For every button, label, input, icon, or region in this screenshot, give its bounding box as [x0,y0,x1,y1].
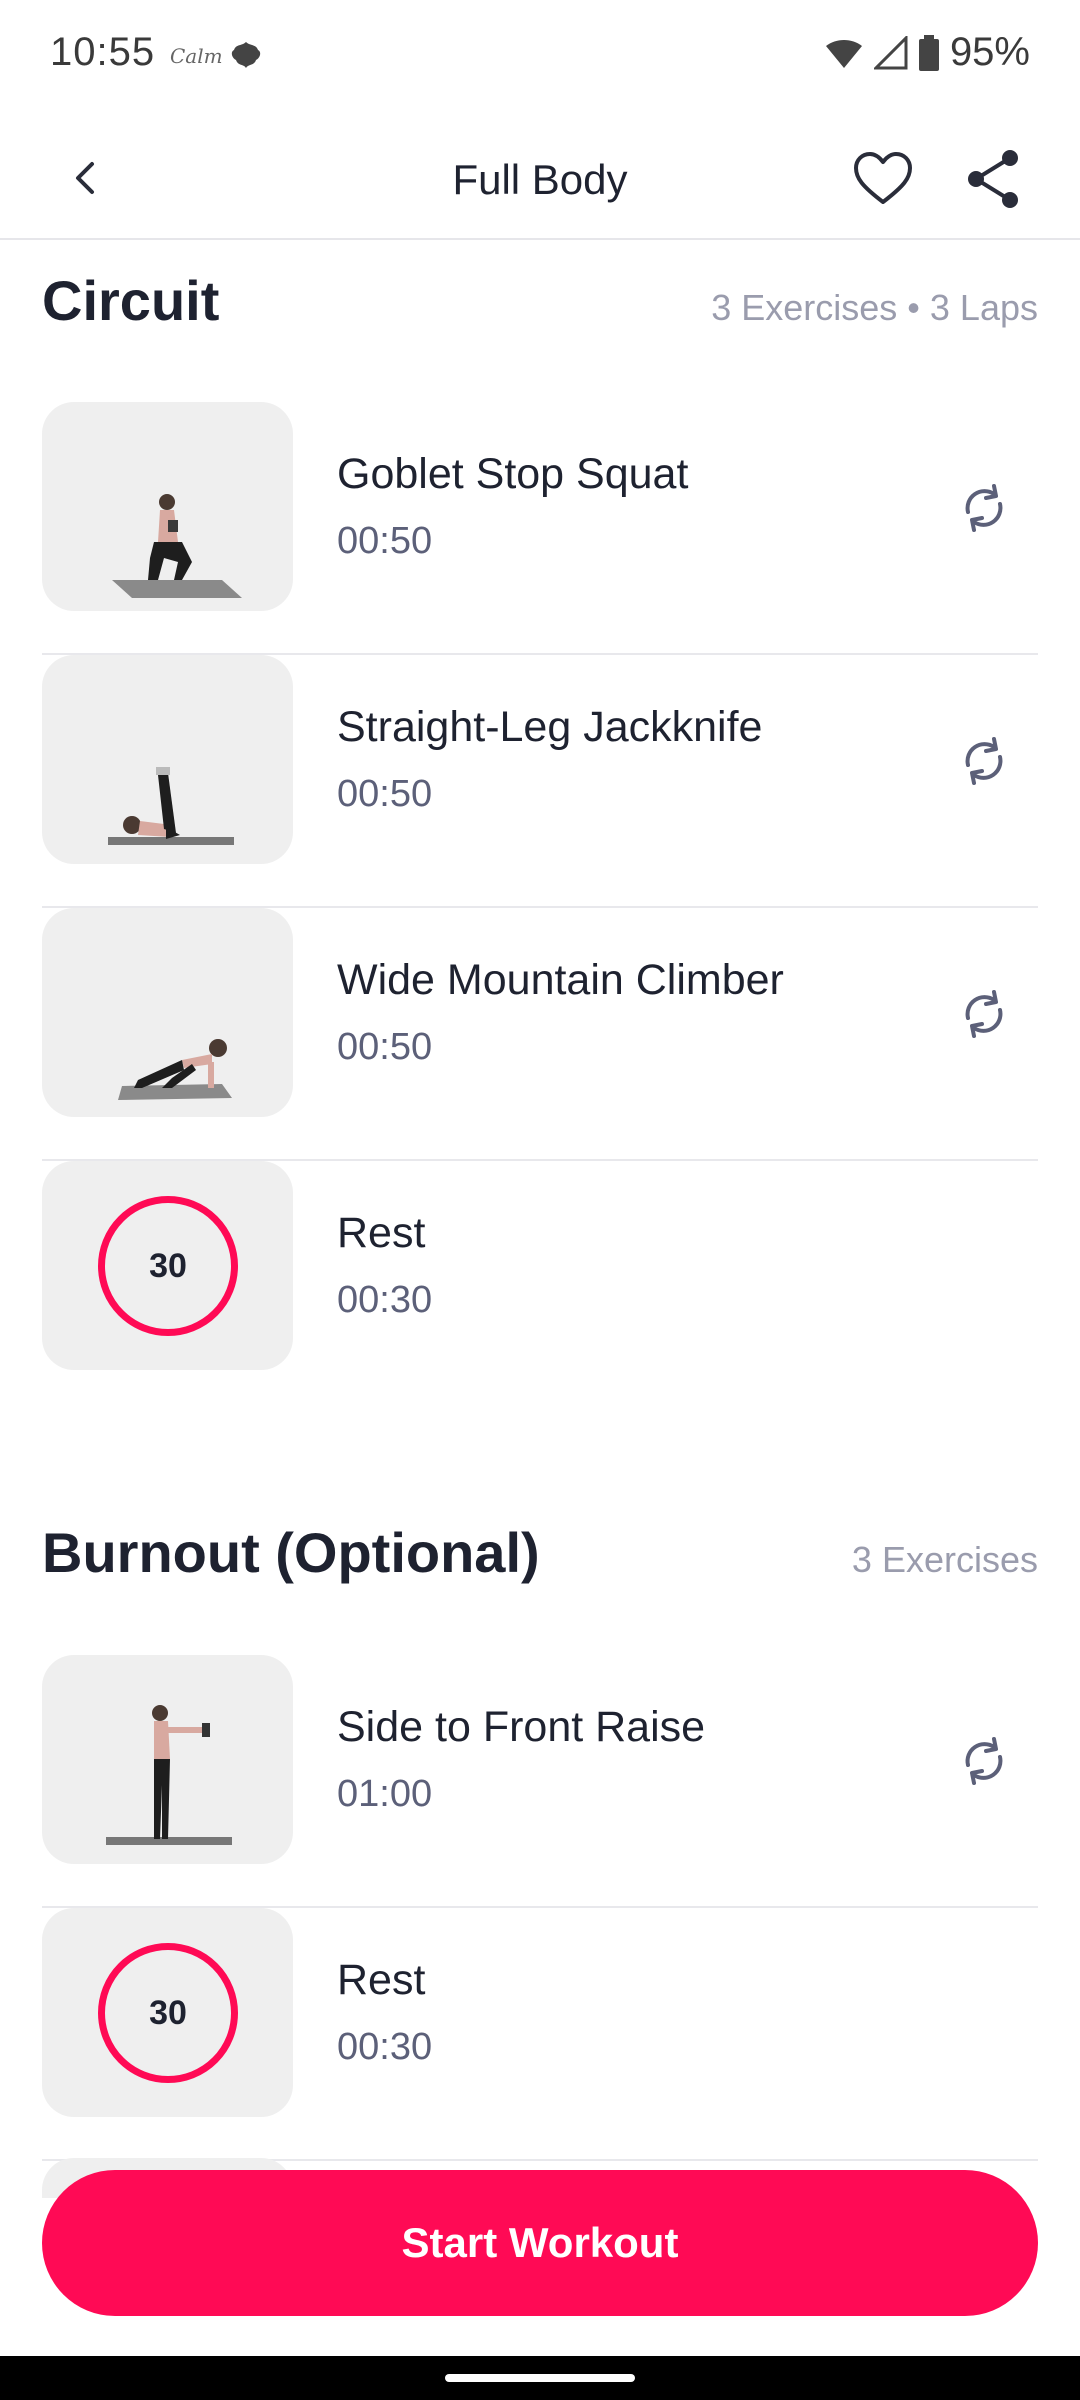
rest-thumbnail: 30 [42,1161,293,1370]
section-title: Burnout (Optional) [42,1521,540,1584]
section-header-circuit: Circuit 3 Exercises • 3 Laps [42,268,1038,333]
exercise-name: Rest [337,1209,426,1257]
exercise-name: Goblet Stop Squat [337,450,689,498]
exercise-duration: 00:50 [337,1026,433,1068]
rest-timer-badge: 30 [98,1943,238,2083]
swap-exercise-icon[interactable] [954,731,1014,791]
battery-icon [918,34,939,71]
rest-thumbnail: 30 [42,1908,293,2117]
calm-app-icon: Calm [170,44,223,68]
mountain-climber-figure-image [118,1039,232,1100]
section-header-burnout: Burnout (Optional) 3 Exercises [42,1520,1038,1585]
status-icons: 95% [824,30,1030,75]
top-app-bar: Full Body [0,118,1080,240]
cell-signal-icon [873,35,908,69]
system-nav-bar [0,2356,1080,2400]
rest-timer-badge: 30 [98,1196,238,1336]
status-bar: 10:55 Calm 95% [0,0,1080,118]
squat-figure-image [112,494,242,598]
exercise-row-side-to-front-raise[interactable]: Side to Front Raise 01:00 [42,1655,1038,1908]
exercise-name: Side to Front Raise [337,1703,706,1751]
exercise-name: Rest [337,1956,426,2004]
exercise-duration: 00:30 [337,2026,433,2068]
rest-row[interactable]: 30 Rest 00:30 [42,1161,1038,1414]
wifi-icon [825,39,862,68]
page-title: Full Body [452,156,628,203]
exercise-thumbnail [42,1655,293,1864]
front-raise-figure-image [106,1705,232,1845]
heart-icon[interactable] [852,150,914,208]
swap-exercise-icon[interactable] [954,1731,1014,1791]
rest-row[interactable]: 30 Rest 00:30 [42,1908,1038,2161]
battery-percent: 95% [949,30,1030,74]
status-time: 10:55 [50,30,156,74]
start-workout-button[interactable]: Start Workout [42,2170,1038,2316]
swap-exercise-icon[interactable] [954,984,1014,1044]
swap-exercise-icon[interactable] [954,478,1014,538]
exercise-duration: 01:00 [337,1773,433,1815]
section-meta: 3 Exercises [851,1539,1038,1580]
share-icon[interactable] [962,148,1024,210]
exercise-thumbnail [42,402,293,611]
section-title: Circuit [42,269,220,332]
exercise-row-straight-leg-jackknife[interactable]: Straight-Leg Jackknife 00:50 [42,655,1038,908]
exercise-thumbnail [42,655,293,864]
section-meta: 3 Exercises • 3 Laps [711,287,1038,328]
exercise-name: Straight-Leg Jackknife [337,703,763,751]
notification-app-icon [231,42,261,68]
exercise-name: Wide Mountain Climber [337,956,784,1004]
exercise-duration: 00:50 [337,773,433,815]
exercise-row-goblet-stop-squat[interactable]: Goblet Stop Squat 00:50 [42,402,1038,655]
exercise-duration: 00:30 [337,1279,433,1321]
jackknife-figure-image [108,767,234,845]
exercise-row-wide-mountain-climber[interactable]: Wide Mountain Climber 00:50 [42,908,1038,1161]
exercise-duration: 00:50 [337,520,433,562]
home-indicator[interactable] [445,2374,635,2382]
exercise-thumbnail [42,908,293,1117]
